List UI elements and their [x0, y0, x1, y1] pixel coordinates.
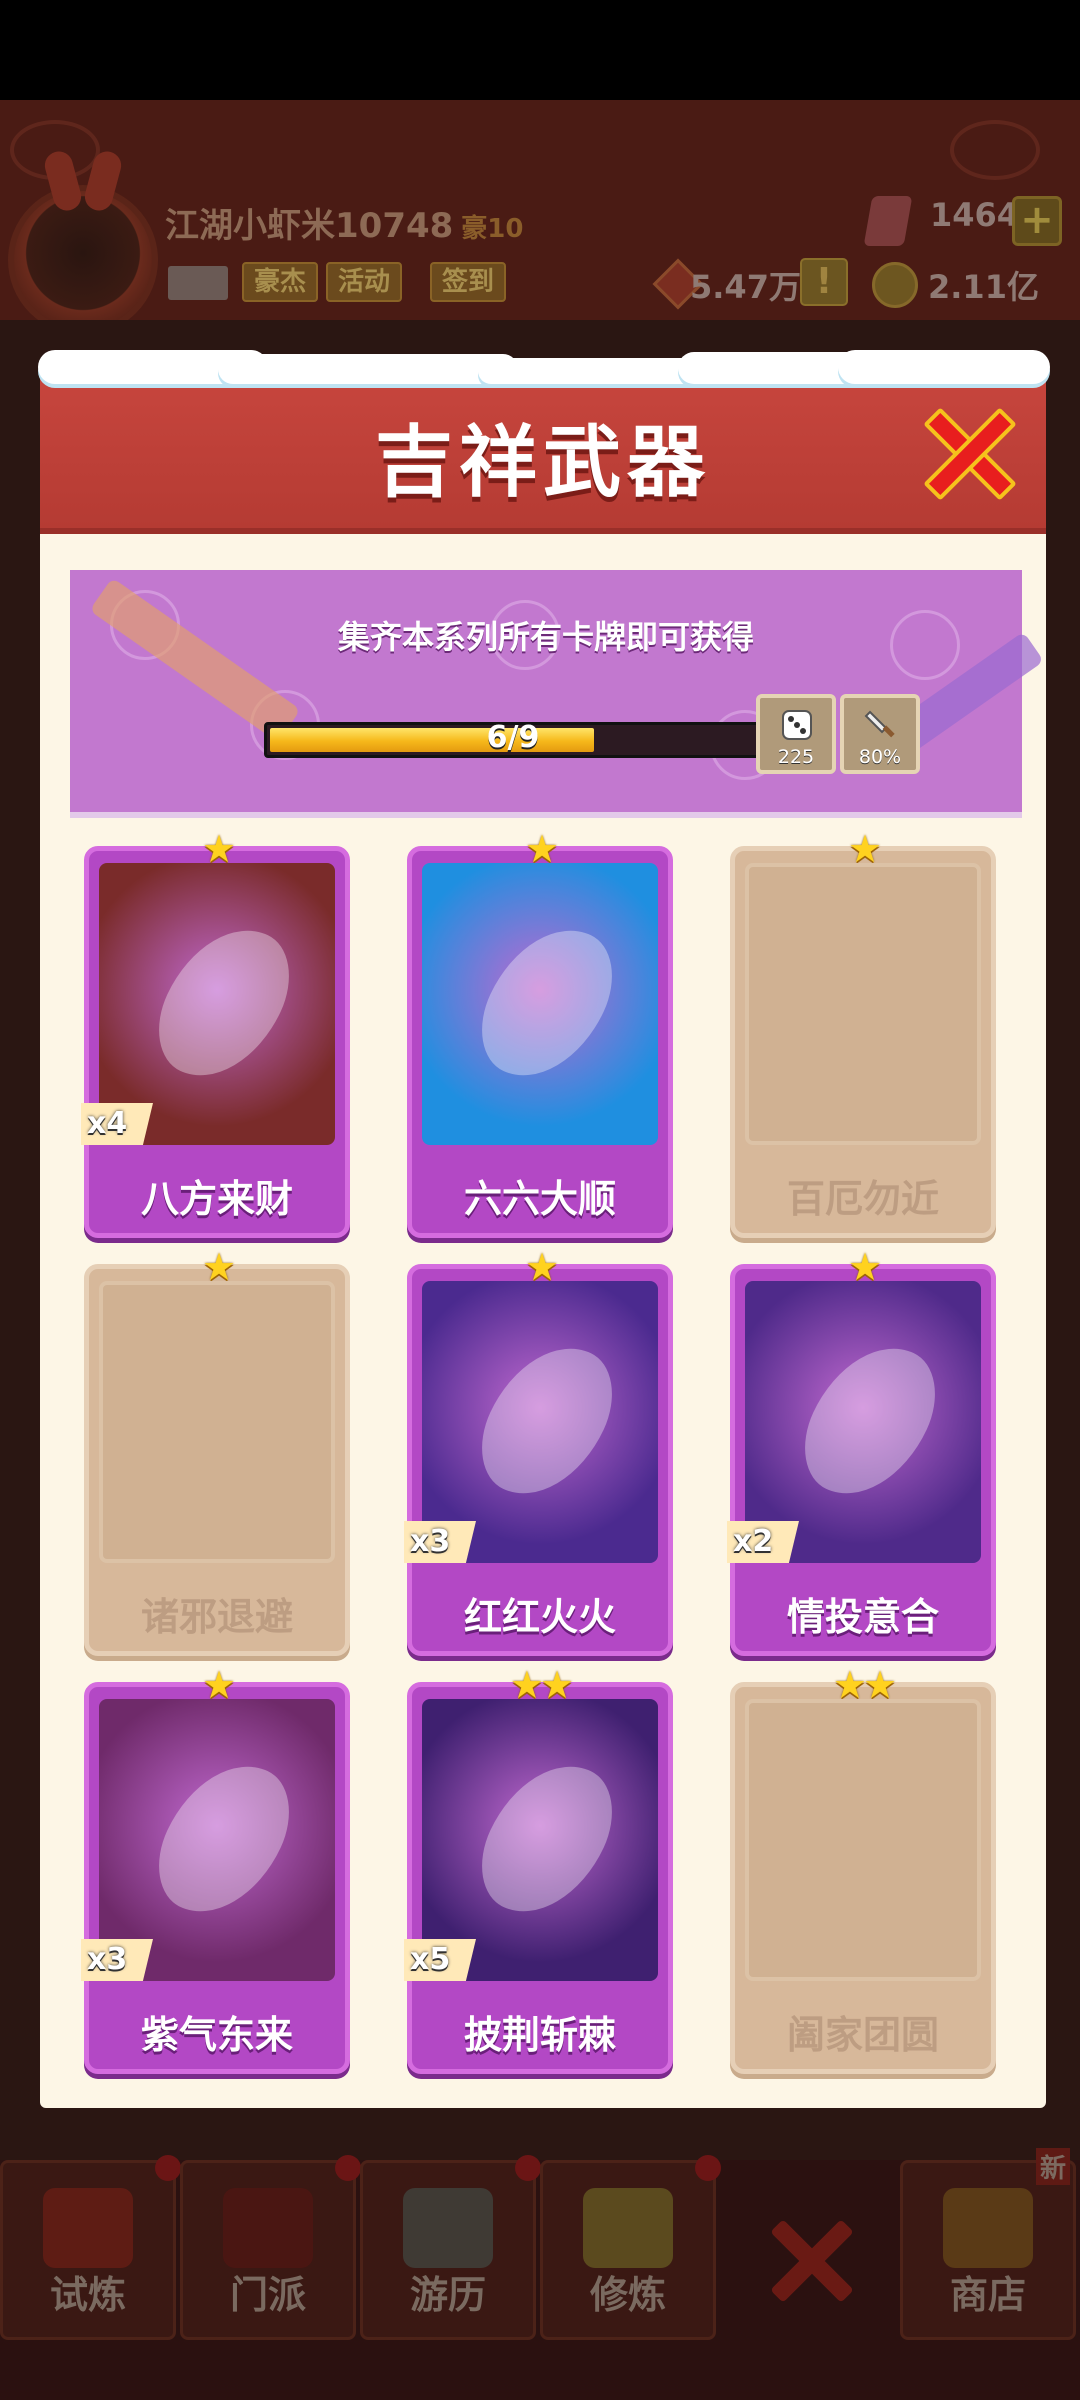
player-rank: 豪10: [461, 214, 524, 244]
nav-tab-label: 游历: [409, 2273, 486, 2317]
nav-tab-sect[interactable]: 门派: [180, 2155, 361, 2340]
locked-art-placeholder: [745, 863, 981, 1145]
gold-coin-icon: [872, 262, 918, 308]
nav-tab-travel[interactable]: 游历: [360, 2155, 541, 2340]
nav-tab-label: 修炼: [589, 2273, 666, 2317]
weapon-icon: [463, 1325, 631, 1517]
weapon-card[interactable]: ★★ x5 披荆斩棘: [404, 1663, 673, 2074]
weapon-icon: [786, 1325, 954, 1517]
weapon-art: [422, 1281, 658, 1563]
weapon-card[interactable]: ★ 诸邪退避: [84, 1245, 350, 1656]
close-button[interactable]: [920, 404, 1020, 504]
mail-icon[interactable]: [168, 266, 228, 300]
mountain-icon: [403, 2188, 493, 2268]
notification-dot: [695, 2155, 721, 2181]
weapon-art: [422, 863, 658, 1145]
snow-decoration: [38, 350, 1050, 392]
sword-icon: [864, 710, 895, 738]
notification-dot: [515, 2155, 541, 2181]
card-name: 披荆斩棘: [463, 2013, 616, 2057]
card-count-badge: x2: [727, 1521, 799, 1563]
weapon-card[interactable]: ★ 百厄勿近: [730, 827, 996, 1238]
nav-tab-shop[interactable]: 商店: [900, 2160, 1076, 2340]
event-button[interactable]: 活动: [326, 262, 403, 302]
silver-count: 5.47万: [690, 268, 801, 306]
notification-dot: [335, 2155, 361, 2181]
card-name: 八方来财: [140, 1177, 293, 1221]
locked-art-placeholder: [745, 1699, 981, 1981]
weapon-card[interactable]: ★ x3 红红火火: [404, 1245, 673, 1656]
card-count-badge: x3: [81, 1939, 153, 1981]
firecracker-icon: [43, 2188, 133, 2268]
book-icon: [583, 2188, 673, 2268]
card-name: 百厄勿近: [786, 1177, 939, 1221]
add-gems-button[interactable]: +: [1012, 196, 1062, 246]
card-count-badge: x5: [404, 1939, 476, 1981]
card-name: 情投意合: [786, 1595, 939, 1639]
shop-icon: [943, 2188, 1033, 2268]
card-name: 阖家团圆: [786, 2013, 939, 2057]
reward-sword-value: 80%: [858, 746, 902, 768]
nav-tab-label: 商店: [949, 2273, 1026, 2317]
dice-icon: [782, 710, 812, 740]
locked-art-placeholder: [99, 1281, 335, 1563]
gold-count: 2.11亿: [928, 268, 1039, 306]
nav-tab-label: 门派: [229, 2273, 306, 2317]
gem-count: 1464: [930, 196, 1020, 234]
weapon-icon: [140, 907, 308, 1099]
collection-hint: 集齐本系列所有卡牌即可获得: [337, 618, 754, 656]
notification-dot: [155, 2155, 181, 2181]
weapon-card[interactable]: ★ 六六大顺: [407, 827, 673, 1238]
nav-tab-cultivate[interactable]: 修炼: [540, 2155, 721, 2340]
weapon-card[interactable]: ★ x3 紫气东来: [81, 1663, 350, 2074]
status-bar: [0, 0, 1080, 100]
card-name: 诸邪退避: [140, 1595, 293, 1639]
card-count-badge: x3: [404, 1521, 476, 1563]
reward-dice-value: 225: [777, 746, 815, 768]
nav-tab-trial[interactable]: 试炼: [0, 2155, 181, 2340]
reward-dice[interactable]: 225: [756, 694, 836, 774]
weapon-card[interactable]: ★ x2 情投意合: [727, 1245, 996, 1656]
weapon-art: [99, 863, 335, 1145]
player-name-text: 江湖小虾米10748: [165, 206, 454, 246]
game-screen: 江湖小虾米10748 豪10 豪杰 活动 签到 1464 + 5.47万 ! 2.…: [0, 0, 1080, 2400]
alert-button[interactable]: !: [800, 258, 848, 306]
player-header: [0, 100, 1080, 320]
card-name: 红红火火: [463, 1595, 616, 1639]
hero-button[interactable]: 豪杰: [242, 262, 319, 302]
nav-close-icon[interactable]: [762, 2210, 862, 2310]
reward-sword[interactable]: 80%: [840, 694, 920, 774]
weapon-art: [745, 1281, 981, 1563]
weapon-art: [422, 1699, 658, 1981]
checkin-button[interactable]: 签到: [430, 262, 507, 302]
weapon-art: [99, 1699, 335, 1981]
player-avatar[interactable]: [8, 148, 158, 335]
new-badge: 新: [1036, 2148, 1071, 2185]
weapon-card[interactable]: ★ x4 八方来财: [81, 827, 350, 1238]
card-count-badge: x4: [81, 1103, 153, 1145]
card-name: 紫气东来: [140, 2013, 293, 2057]
progress-text: 6/9: [486, 720, 540, 755]
nav-tab-label: 试炼: [49, 2273, 126, 2317]
gate-icon: [223, 2188, 313, 2268]
player-name: 江湖小虾米10748 豪10: [165, 198, 523, 247]
weapon-icon: [463, 907, 631, 1099]
weapon-card[interactable]: ★★ 阖家团圆: [730, 1663, 996, 2074]
dialog-title: 吉祥武器: [374, 418, 711, 508]
weapon-icon: [140, 1743, 308, 1935]
card-name: 六六大顺: [463, 1177, 616, 1221]
weapon-icon: [463, 1743, 631, 1935]
